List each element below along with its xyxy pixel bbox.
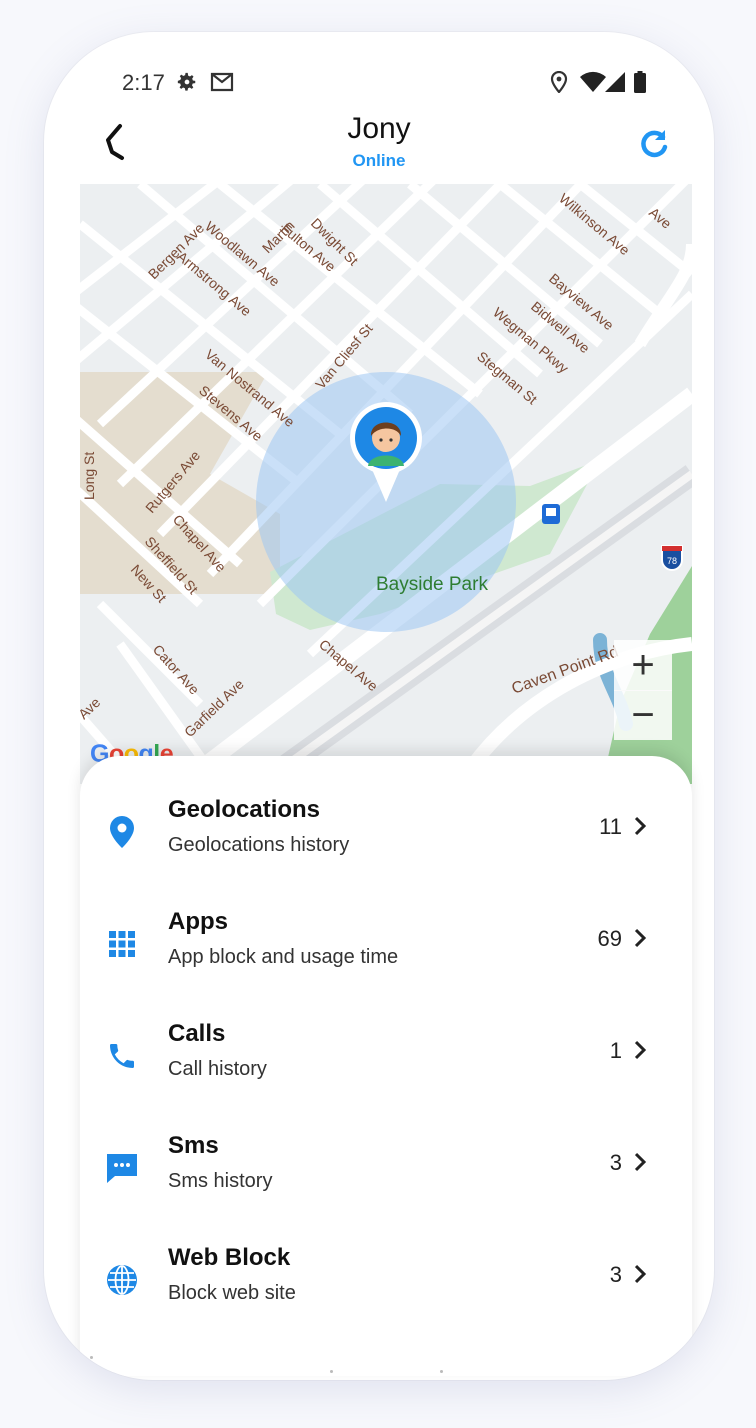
contact-name: Jony: [347, 112, 411, 145]
chevron-right-icon: [634, 1264, 647, 1284]
list-item-title: Geolocations: [168, 796, 321, 823]
list-item-title: Calls: [168, 1020, 226, 1047]
list-item-subtitle: Geolocations history: [168, 834, 350, 856]
globe-icon: [102, 1260, 142, 1300]
divider-dot: [330, 1370, 333, 1373]
status-bar: 2:17: [44, 68, 714, 100]
svg-text:78: 78: [667, 556, 677, 566]
phone-icon: [102, 1036, 142, 1076]
location-pin-icon: [102, 812, 142, 852]
sms-icon: [102, 1148, 142, 1188]
list-item-subtitle: App block and usage time: [168, 946, 399, 968]
list-item-subtitle: Block web site: [168, 1282, 296, 1304]
list-item-sms[interactable]: Sms Sms history 3: [80, 1130, 692, 1230]
online-status: Online: [352, 151, 406, 170]
zoom-out-button[interactable]: −: [614, 690, 672, 740]
status-time: 2:17: [122, 70, 165, 95]
chevron-right-icon: [634, 1040, 647, 1060]
gear-icon: [176, 70, 198, 94]
list-item-count: 3: [609, 1262, 622, 1287]
zoom-in-button[interactable]: +: [614, 640, 672, 691]
chevron-right-icon: [634, 928, 647, 948]
list-item-title: Apps: [168, 908, 228, 935]
battery-icon: [634, 70, 646, 94]
list-item-title: Web Block: [168, 1244, 291, 1271]
chevron-right-icon: [634, 1152, 647, 1172]
list-item-count: 69: [597, 926, 622, 951]
refresh-icon: [641, 130, 668, 158]
list-item-title: Sms: [168, 1132, 219, 1159]
gmail-icon: [210, 70, 234, 94]
transit-icon: [542, 504, 560, 524]
park-label: Bayside Park: [376, 574, 488, 595]
location-icon: [550, 70, 568, 94]
apps-grid-icon: [102, 924, 142, 964]
divider-dot: [90, 1356, 93, 1359]
list-item-calls[interactable]: Calls Call history 1: [80, 1018, 692, 1118]
street-label: Long St: [81, 452, 97, 500]
list-item-subtitle: Sms history: [168, 1170, 273, 1192]
map-view[interactable]: 78 Bergen Ave Martin Dwight St Woodlawn …: [80, 184, 692, 784]
refresh-button[interactable]: [636, 126, 672, 162]
list-item-geolocations[interactable]: Geolocations Geolocations history 11: [80, 794, 692, 894]
divider-dot: [440, 1370, 443, 1373]
list-item-apps[interactable]: Apps App block and usage time 69: [80, 906, 692, 1006]
phone-frame: 2:17 Jony Online 78 Bergen Ave Martin Dw…: [44, 32, 714, 1380]
highway-shield-icon: 78: [661, 545, 683, 571]
list-item-subtitle: Call history: [168, 1058, 267, 1080]
list-item-count: 11: [599, 814, 622, 839]
signal-icon: [604, 70, 626, 94]
list-item-count: 3: [609, 1150, 622, 1175]
list-item-count: 1: [609, 1038, 622, 1063]
list-item-web-block[interactable]: Web Block Block web site 3: [80, 1242, 692, 1342]
map-canvas: 78 Bergen Ave Martin Dwight St Woodlawn …: [80, 184, 692, 784]
wifi-icon: [580, 70, 606, 94]
features-list: Geolocations Geolocations history 11 App…: [80, 756, 692, 1376]
chevron-right-icon: [634, 816, 647, 836]
